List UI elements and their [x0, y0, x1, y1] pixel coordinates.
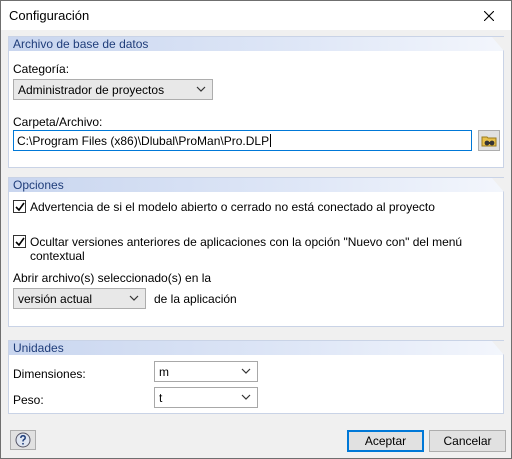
- weight-value: t: [159, 390, 163, 405]
- close-icon: [484, 10, 494, 21]
- hide-versions-label-line2[interactable]: contextual: [30, 249, 85, 263]
- weight-label: Peso:: [13, 393, 44, 407]
- warning-checkbox[interactable]: [13, 200, 26, 213]
- database-group: Archivo de base de datos Categoría: Admi…: [8, 36, 504, 168]
- database-group-title: Archivo de base de datos: [13, 37, 149, 51]
- options-group-header: Opciones: [9, 178, 504, 192]
- dimensions-label: Dimensiones:: [13, 367, 86, 381]
- version-value: versión actual: [18, 291, 93, 306]
- chevron-down-icon: [241, 394, 251, 400]
- hide-versions-checkbox[interactable]: [13, 235, 26, 248]
- hide-versions-label-line1[interactable]: Ocultar versiones anteriores de aplicaci…: [30, 235, 462, 249]
- dimensions-value: m: [159, 364, 169, 379]
- weight-dropdown[interactable]: t: [154, 387, 258, 408]
- folder-path-value: C:\Program Files (x86)\Dlubal\ProMan\Pro…: [17, 133, 270, 148]
- version-dropdown[interactable]: versión actual: [13, 288, 146, 309]
- folder-label: Carpeta/Archivo:: [13, 115, 103, 129]
- options-group: Opciones Advertencia de si el modelo abi…: [8, 177, 504, 327]
- help-icon: [15, 432, 31, 448]
- window-title: Configuración: [9, 8, 90, 23]
- category-value: Administrador de proyectos: [18, 82, 165, 97]
- configuration-dialog: Configuración Archivo de base de datos C…: [0, 0, 512, 459]
- dimensions-dropdown[interactable]: m: [154, 361, 258, 382]
- text-caret: [270, 134, 272, 147]
- dialog-body: Archivo de base de datos Categoría: Admi…: [1, 30, 511, 458]
- chevron-down-icon: [129, 295, 139, 301]
- title-bar: Configuración: [1, 1, 511, 30]
- open-files-label: Abrir archivo(s) seleccionado(s) en la: [13, 271, 212, 285]
- version-suffix-label: de la aplicación: [154, 292, 237, 306]
- browse-button[interactable]: [478, 130, 500, 151]
- chevron-down-icon: [196, 86, 206, 92]
- units-group: Unidades Dimensiones: m Peso: t: [8, 340, 504, 414]
- checkmark-icon: [15, 237, 25, 247]
- close-button[interactable]: [467, 1, 511, 30]
- button-bar: Aceptar Cancelar: [1, 420, 511, 458]
- chevron-down-icon: [241, 368, 251, 374]
- warning-label[interactable]: Advertencia de si el modelo abierto o ce…: [30, 200, 435, 214]
- folder-path-input[interactable]: C:\Program Files (x86)\Dlubal\ProMan\Pro…: [13, 130, 472, 151]
- help-button[interactable]: [10, 430, 36, 450]
- cancel-button[interactable]: Cancelar: [429, 430, 506, 452]
- options-group-title: Opciones: [13, 178, 64, 192]
- accept-button[interactable]: Aceptar: [347, 430, 424, 452]
- units-group-title: Unidades: [13, 341, 64, 355]
- checkmark-icon: [15, 202, 25, 212]
- units-group-header: Unidades: [9, 341, 504, 355]
- category-dropdown[interactable]: Administrador de proyectos: [13, 79, 213, 100]
- database-group-header: Archivo de base de datos: [9, 37, 504, 51]
- binoculars-folder-icon: [481, 136, 497, 146]
- category-label: Categoría:: [13, 62, 70, 76]
